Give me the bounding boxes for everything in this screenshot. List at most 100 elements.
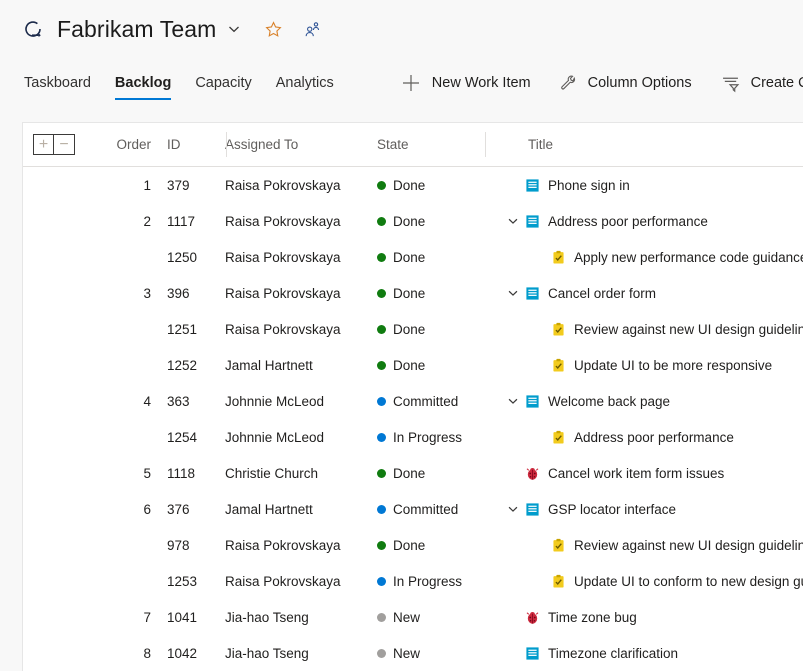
state-label: Committed: [393, 501, 459, 517]
task-icon: [550, 429, 566, 445]
table-row[interactable]: 1250 Raisa Pokrovskaya Done Apply new perfo…: [23, 239, 803, 275]
cell-order: 4: [143, 393, 151, 409]
cell-state: Done: [372, 538, 500, 553]
table-row[interactable]: 1252 Jamal Hartnett Done Update UI to be mo…: [23, 347, 803, 383]
work-item-title-link[interactable]: Apply new performance code guidance: [574, 250, 803, 265]
state-label: In Progress: [393, 429, 463, 445]
people-icon[interactable]: [303, 20, 322, 39]
task-icon: [550, 357, 566, 373]
cell-id[interactable]: 1118: [151, 466, 213, 481]
cell-title: Review against new UI design guidelines: [500, 321, 803, 337]
work-item-title-link[interactable]: Timezone clarification: [548, 646, 678, 661]
work-item-title-link[interactable]: Address poor performance: [574, 430, 734, 445]
state-dot: [377, 252, 386, 262]
chevron-down-icon[interactable]: [502, 394, 524, 408]
user-story-icon: [524, 393, 540, 409]
table-row[interactable]: 4 363 Johnnie McLeod Committed Welcome back …: [23, 383, 803, 419]
cell-state: In Progress: [372, 574, 500, 589]
column-header-id[interactable]: ID: [151, 137, 213, 152]
collapse-all-button[interactable]: −: [54, 134, 75, 155]
table-row[interactable]: 8 1042 Jia-hao Tseng New Timezone clarificat…: [23, 635, 803, 671]
tab-backlog[interactable]: Backlog: [103, 58, 183, 108]
user-story-icon: [524, 285, 540, 301]
table-row[interactable]: 978 Raisa Pokrovskaya Done Review against n…: [23, 527, 803, 563]
chevron-down-icon[interactable]: [502, 502, 524, 516]
tab-capacity[interactable]: Capacity: [183, 58, 263, 108]
cell-id[interactable]: 396: [151, 286, 213, 301]
cell-assigned-to: Jamal Hartnett: [225, 357, 313, 373]
work-item-title-link[interactable]: Cancel order form: [548, 286, 656, 301]
state-label: Done: [393, 465, 426, 481]
table-row[interactable]: 5 1118 Christie Church Done Cancel work item…: [23, 455, 803, 491]
table-row[interactable]: 1254 Johnnie McLeod In Progress Address poo…: [23, 419, 803, 455]
work-item-title-link[interactable]: Update UI to be more responsive: [574, 358, 772, 373]
work-item-title-link[interactable]: GSP locator interface: [548, 502, 676, 517]
cell-id[interactable]: 1254: [151, 430, 213, 445]
state-label: Done: [393, 249, 426, 265]
table-row[interactable]: 1 379 Raisa Pokrovskaya Done Phone sign in: [23, 167, 803, 203]
task-icon: [550, 249, 566, 265]
state-label: Done: [393, 177, 426, 193]
star-icon[interactable]: [264, 20, 283, 39]
cell-id[interactable]: 1250: [151, 250, 213, 265]
column-header-order[interactable]: Order: [91, 137, 151, 152]
cell-id[interactable]: 1253: [151, 574, 213, 589]
state-dot: [377, 468, 386, 478]
state-dot: [377, 540, 386, 550]
work-item-title-link[interactable]: Review against new UI design guidelines: [574, 538, 803, 553]
table-row[interactable]: 1251 Raisa Pokrovskaya Done Review against …: [23, 311, 803, 347]
chevron-down-icon[interactable]: [502, 286, 524, 300]
work-item-title-link[interactable]: Cancel work item form issues: [548, 466, 724, 481]
state-dot: [377, 360, 386, 370]
tab-taskboard[interactable]: Taskboard: [12, 58, 103, 108]
work-item-title-link[interactable]: Update UI to conform to new design guide…: [574, 574, 803, 589]
create-query-button[interactable]: Create Query: [706, 63, 803, 103]
work-item-title-link[interactable]: Phone sign in: [548, 178, 630, 193]
cell-title: Cancel work item form issues: [500, 465, 803, 481]
work-item-title-link[interactable]: Review against new UI design guidelines: [574, 322, 803, 337]
cell-id[interactable]: 1251: [151, 322, 213, 337]
work-item-title-link[interactable]: Address poor performance: [548, 214, 708, 229]
cell-id[interactable]: 1252: [151, 358, 213, 373]
state-dot: [377, 180, 386, 190]
column-options-button[interactable]: Column Options: [545, 63, 706, 103]
column-options-label: Column Options: [587, 75, 692, 91]
tab-analytics[interactable]: Analytics: [264, 58, 346, 108]
cell-id[interactable]: 1041: [151, 610, 213, 625]
cell-id[interactable]: 376: [151, 502, 213, 517]
new-work-item-button[interactable]: New Work Item: [386, 63, 545, 103]
cell-state: New: [372, 646, 500, 661]
state-label: Done: [393, 537, 426, 553]
state-dot: [377, 396, 386, 406]
cell-id[interactable]: 379: [151, 178, 213, 193]
chevron-down-icon[interactable]: [502, 214, 524, 228]
page-header: Fabrikam Team: [0, 0, 803, 58]
state-dot: [377, 504, 386, 514]
cell-id[interactable]: 978: [151, 538, 213, 553]
cell-state: Done: [372, 214, 500, 229]
work-item-title-link[interactable]: Time zone bug: [548, 610, 637, 625]
cell-id[interactable]: 363: [151, 394, 213, 409]
chevron-down-icon[interactable]: [226, 21, 242, 37]
cell-state: Done: [372, 358, 500, 373]
work-item-title-link[interactable]: Welcome back page: [548, 394, 670, 409]
expand-all-button[interactable]: +: [33, 134, 54, 155]
user-story-icon: [524, 645, 540, 661]
cell-assigned-to: Johnnie McLeod: [225, 393, 325, 409]
cell-assigned-to: Raisa Pokrovskaya: [225, 249, 341, 265]
state-label: Committed: [393, 393, 459, 409]
cell-id[interactable]: 1117: [151, 214, 213, 229]
column-header-title[interactable]: Title: [500, 137, 803, 152]
table-row[interactable]: 1253 Raisa Pokrovskaya In Progress Update U…: [23, 563, 803, 599]
column-header-assigned-to[interactable]: Assigned To: [213, 137, 372, 152]
table-row[interactable]: 3 396 Raisa Pokrovskaya Done Cancel order fo…: [23, 275, 803, 311]
cell-assigned-to: Raisa Pokrovskaya: [225, 177, 341, 193]
table-row[interactable]: 7 1041 Jia-hao Tseng New Time zone bug: [23, 599, 803, 635]
table-row[interactable]: 6 376 Jamal Hartnett Committed GSP locator i…: [23, 491, 803, 527]
cell-order: 7: [143, 609, 151, 625]
column-header-state[interactable]: State: [372, 137, 500, 152]
cell-assigned-to: Raisa Pokrovskaya: [225, 537, 341, 553]
cell-title: Apply new performance code guidance: [500, 249, 803, 265]
cell-id[interactable]: 1042: [151, 646, 213, 661]
table-row[interactable]: 2 1117 Raisa Pokrovskaya Done Address poor p…: [23, 203, 803, 239]
